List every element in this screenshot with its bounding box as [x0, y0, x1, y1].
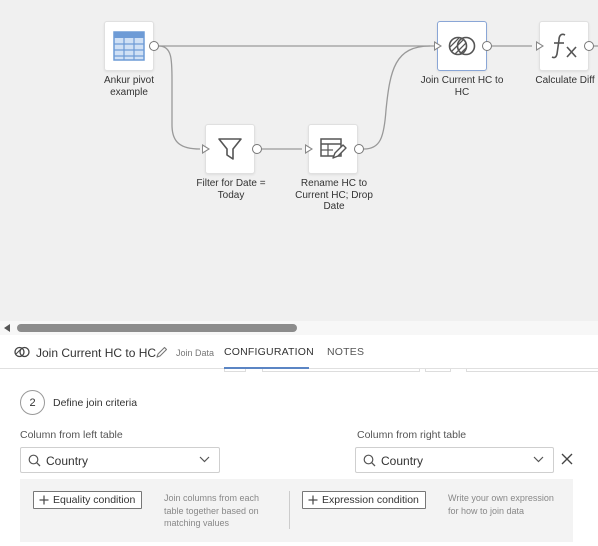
plus-icon: [39, 495, 49, 505]
node-join-label: Join Current HC to HC: [420, 75, 504, 98]
left-column-label: Column from left table: [20, 429, 123, 441]
step-number-badge: 2: [20, 390, 45, 415]
search-icon: [363, 454, 376, 467]
search-icon: [28, 454, 41, 467]
canvas-horizontal-scrollbar[interactable]: [0, 321, 598, 335]
node-calc-output-port[interactable]: [584, 41, 594, 51]
function-icon: [551, 33, 577, 59]
tab-configuration[interactable]: CONFIGURATION: [224, 346, 314, 358]
remove-condition-close-icon[interactable]: [560, 452, 574, 466]
panel-subtitle: Join Data: [176, 348, 215, 358]
divider: [289, 491, 290, 529]
chevron-down-icon: [199, 456, 210, 463]
node-calc[interactable]: [539, 21, 589, 71]
scrollbar-thumb[interactable]: [17, 324, 297, 332]
edit-pencil-icon[interactable]: [156, 346, 168, 358]
expression-condition-label: Expression condition: [322, 494, 419, 506]
node-source-output-port[interactable]: [149, 41, 159, 51]
tab-notes[interactable]: NOTES: [327, 346, 364, 358]
node-calc-label: Calculate Diff: [535, 75, 595, 86]
right-column-label: Column from right table: [357, 429, 467, 441]
plus-icon: [308, 495, 318, 505]
node-source-label: Ankur pivot example: [103, 75, 155, 98]
equality-condition-description: Join columns from each table together ba…: [164, 493, 260, 528]
scrolled-field-edge: [224, 369, 246, 372]
node-filter-input-arrow: [202, 144, 210, 154]
add-equality-condition-button[interactable]: Equality condition: [33, 491, 143, 509]
join-icon: [448, 36, 476, 56]
node-filter[interactable]: [205, 124, 255, 174]
panel-title: Join Current HC to HC: [36, 346, 157, 360]
right-column-value: Country: [381, 454, 424, 468]
table-icon: [113, 31, 145, 61]
node-filter-label: Filter for Date = Today: [196, 178, 266, 201]
connection-source-filter: [158, 45, 201, 150]
scrolled-field-edge: [262, 369, 420, 372]
chevron-down-icon: [533, 456, 544, 463]
left-column-value: Country: [46, 454, 89, 468]
scrolled-field-edge: [425, 369, 451, 372]
config-panel-header: Join Current HC to HC Join Data CONFIGUR…: [0, 335, 598, 369]
edit-table-icon: [320, 138, 347, 159]
scrolled-field-edge: [466, 369, 598, 372]
node-rename-label: Rename HC to Current HC; Drop Date: [295, 178, 373, 212]
expression-condition-description: Write your own expression for how to joi…: [448, 493, 554, 516]
left-column-select[interactable]: Country: [20, 447, 220, 473]
connections: [158, 45, 598, 150]
node-rename[interactable]: [308, 124, 358, 174]
node-rename-input-arrow: [305, 144, 313, 154]
step-title: Define join criteria: [53, 397, 138, 409]
node-calc-input-arrow: [536, 41, 544, 51]
join-icon: [14, 346, 30, 358]
node-join-output-port[interactable]: [482, 41, 492, 51]
node-rename-output-port[interactable]: [354, 144, 364, 154]
node-filter-output-port[interactable]: [252, 144, 262, 154]
add-condition-area: Equality condition Join columns from eac…: [20, 479, 573, 542]
node-source[interactable]: [104, 21, 154, 71]
node-join[interactable]: [437, 21, 487, 71]
node-join-input-arrow: [434, 41, 442, 51]
right-column-select[interactable]: Country: [355, 447, 554, 473]
scroll-left-arrow-icon[interactable]: [4, 324, 10, 332]
add-expression-condition-button[interactable]: Expression condition: [302, 491, 426, 509]
filter-icon: [218, 138, 242, 160]
flow-canvas[interactable]: Ankur pivot example Filter for Date = To…: [0, 0, 598, 321]
equality-condition-label: Equality condition: [53, 494, 136, 506]
